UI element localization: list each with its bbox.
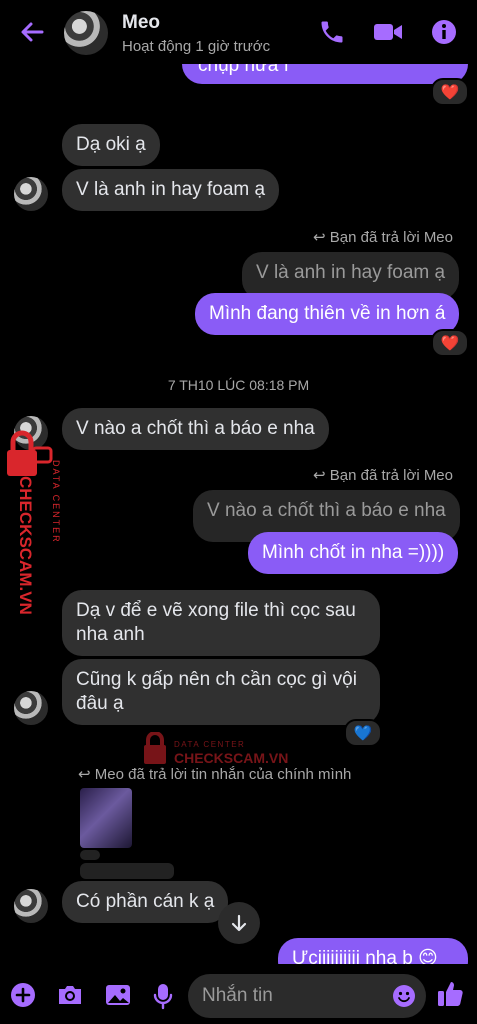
message-text: Dạ oki ạ [76, 134, 146, 155]
blue-heart-icon: 💙 [353, 725, 373, 742]
reply-label: ↩ Bạn đã trả lời Meo [313, 466, 453, 484]
watermark-logo: CHECKSCAM.VN DATA CENTER [3, 430, 61, 650]
watermark-center: DATA CENTER CHECKSCAM.VN [142, 732, 302, 772]
sender-avatar[interactable] [14, 177, 48, 211]
camera-icon[interactable] [56, 982, 84, 1008]
message-out[interactable]: Mình đang thiên về in hơn á [195, 293, 460, 335]
message-input[interactable]: Nhắn tin [188, 974, 426, 1018]
back-arrow-icon[interactable] [18, 18, 46, 46]
quoted-small-bubble [80, 863, 174, 879]
video-call-icon[interactable] [372, 18, 404, 46]
watermark-line2: CHECKSCAM.VN [16, 476, 35, 615]
gallery-icon[interactable] [104, 982, 132, 1008]
reply-label-text: Bạn đã trả lời Meo [329, 229, 453, 246]
message-input-placeholder: Nhắn tin [202, 985, 273, 1006]
message-text: Có phần cán k ạ [76, 891, 215, 912]
message-in[interactable]: Dạ oki ạ [62, 124, 160, 166]
contact-name[interactable]: Meo [122, 12, 160, 34]
message-in[interactable]: V là anh in hay foam ạ [62, 169, 280, 211]
quoted-image-thumbnail[interactable] [80, 788, 132, 848]
message-text: V là anh in hay foam ạ [76, 179, 266, 200]
watermark-line1: DATA CENTER [174, 740, 246, 749]
chat-header: Meo Hoạt động 1 giờ trước [0, 0, 477, 64]
message-in[interactable]: Cũng k gấp nên ch cần cọc gì vội đâu ạ [62, 659, 380, 725]
emoji-icon[interactable] [392, 984, 416, 1008]
info-icon[interactable] [430, 18, 458, 46]
reply-icon: ↩ [78, 766, 95, 783]
reaction-heart[interactable]: ❤️ [431, 329, 469, 357]
message-text: Dạ v để e vẽ xong file thì cọc sau nha a… [76, 600, 356, 645]
timestamp: 7 TH10 LÚC 08:18 PM [167, 377, 310, 393]
message-text: Cũng k gấp nên ch cần cọc gì vội đâu ạ [76, 669, 357, 714]
quoted-text: V nào a chốt thì a báo e nha [207, 500, 446, 521]
message-in[interactable]: Có phần cán k ạ [62, 881, 229, 923]
reply-label-text: Bạn đã trả lời Meo [329, 467, 453, 484]
watermark-line2: CHECKSCAM.VN [174, 750, 289, 766]
heart-icon: ❤️ [440, 335, 460, 352]
scroll-to-bottom-button[interactable] [218, 902, 260, 944]
message-text: Mình chốt in nha =)))) [262, 542, 445, 563]
phone-call-icon[interactable] [318, 18, 346, 46]
contact-avatar[interactable] [64, 11, 108, 55]
quoted-text: V là anh in hay foam ạ [256, 262, 446, 283]
quoted-small-bubble [80, 850, 100, 860]
message-out[interactable]: Mình chốt in nha =)))) [248, 532, 459, 574]
watermark-line1: DATA CENTER [51, 460, 61, 544]
contact-status: Hoạt động 1 giờ trước [122, 38, 271, 55]
heart-icon: ❤️ [440, 84, 460, 101]
message-text: V nào a chốt thì a báo e nha [76, 418, 315, 439]
sender-avatar[interactable] [14, 691, 48, 725]
watermark-text: CHECKSCAM.VN DATA CENTER [7, 460, 61, 650]
message-in[interactable]: V nào a chốt thì a báo e nha [62, 408, 329, 450]
message-in[interactable]: Dạ v để e vẽ xong file thì cọc sau nha a… [62, 590, 380, 656]
sender-avatar[interactable] [14, 889, 48, 923]
reply-label: ↩ Bạn đã trả lời Meo [313, 228, 453, 246]
like-thumb-icon[interactable] [436, 978, 464, 1008]
reply-icon: ↩ [313, 467, 330, 484]
message-text: Mình đang thiên về in hơn á [209, 303, 446, 324]
microphone-icon[interactable] [152, 982, 174, 1010]
plus-icon[interactable] [10, 982, 36, 1008]
reaction-heart[interactable]: ❤️ [431, 78, 469, 106]
reply-icon: ↩ [313, 229, 330, 246]
reaction-blue-heart[interactable]: 💙 [344, 719, 382, 747]
arrow-down-icon [231, 914, 247, 932]
